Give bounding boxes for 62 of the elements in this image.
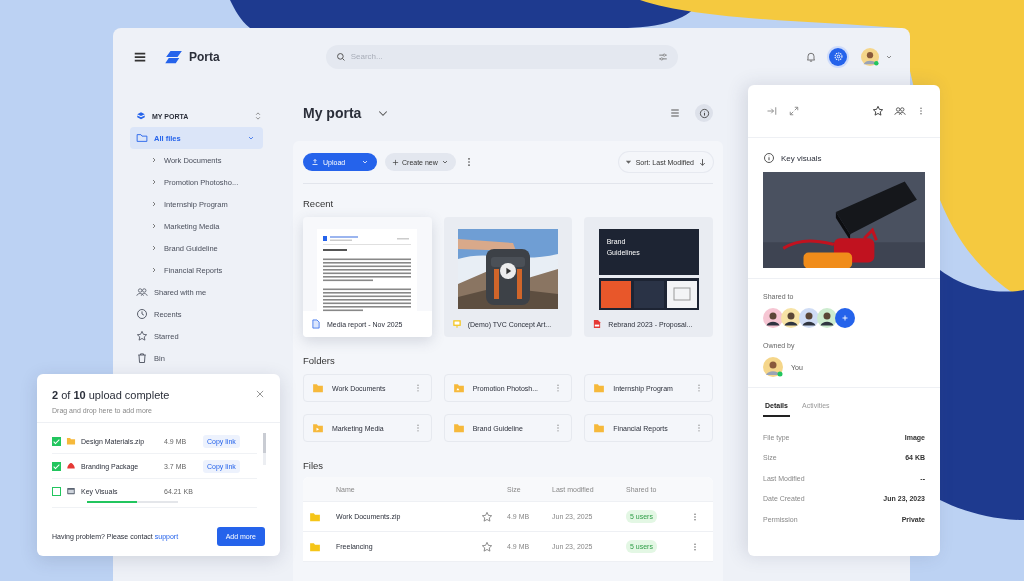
star-icon[interactable] xyxy=(872,105,884,117)
people-icon[interactable] xyxy=(894,105,906,117)
star-icon[interactable] xyxy=(481,510,493,523)
folder-icon xyxy=(452,382,465,394)
folder-icon xyxy=(452,422,465,434)
image-icon xyxy=(66,486,76,496)
folder-icon xyxy=(312,422,324,434)
avatar[interactable] xyxy=(781,308,801,328)
settings-button[interactable] xyxy=(829,47,847,66)
document-icon xyxy=(311,319,321,329)
collapse-icon[interactable] xyxy=(766,105,778,117)
section-heading: Recent xyxy=(303,198,335,209)
section-heading: Files xyxy=(303,460,325,471)
folder-icon xyxy=(312,382,324,394)
scrollbar[interactable] xyxy=(263,433,266,465)
play-icon[interactable] xyxy=(500,263,516,279)
info-icon xyxy=(763,152,775,164)
checkbox[interactable] xyxy=(52,461,61,471)
info-button[interactable] xyxy=(695,104,713,122)
chevron-icon[interactable] xyxy=(247,134,255,142)
arrow-down-icon xyxy=(698,157,707,167)
info-icon xyxy=(698,107,710,119)
people-icon xyxy=(136,286,148,298)
gear-icon xyxy=(832,51,844,62)
expand-icon[interactable] xyxy=(788,105,800,117)
folder-icon xyxy=(309,510,321,523)
avatar[interactable] xyxy=(817,308,837,328)
plus-icon xyxy=(841,314,849,322)
clock-icon xyxy=(136,308,148,320)
presentation-icon xyxy=(451,319,462,329)
star-icon[interactable] xyxy=(481,540,493,553)
plus-icon xyxy=(392,158,399,166)
close-icon[interactable] xyxy=(255,389,265,399)
checkbox[interactable] xyxy=(52,486,61,496)
bell-icon[interactable] xyxy=(805,50,817,63)
folder-icon xyxy=(136,132,148,144)
avatar[interactable] xyxy=(799,308,819,328)
folder-icon xyxy=(66,436,76,446)
checkbox[interactable] xyxy=(52,436,61,446)
cube-icon xyxy=(136,111,146,121)
section-heading: Folders xyxy=(303,355,336,366)
updown-icon[interactable] xyxy=(253,111,263,121)
star-icon xyxy=(136,330,148,342)
folder-icon xyxy=(593,382,606,394)
upload-icon xyxy=(311,158,319,166)
bin-icon xyxy=(136,352,148,364)
list-view-icon[interactable] xyxy=(669,107,681,119)
caret-icon xyxy=(361,158,369,166)
filter-icon xyxy=(624,158,632,166)
logo-icon xyxy=(165,49,183,64)
upload-title: 2 of 10 upload complete xyxy=(52,389,171,401)
caret-icon xyxy=(440,158,449,166)
panel-title: Key visuals xyxy=(781,153,822,163)
app-name: Porta xyxy=(189,49,220,64)
avatar[interactable] xyxy=(763,308,783,328)
avatar xyxy=(763,357,783,377)
folder-icon xyxy=(593,422,606,434)
folder-icon xyxy=(309,540,321,553)
page-title: My porta xyxy=(303,105,362,121)
search-icon xyxy=(335,51,346,62)
add-person-button[interactable] xyxy=(835,308,855,328)
filter-icon[interactable] xyxy=(657,51,668,62)
